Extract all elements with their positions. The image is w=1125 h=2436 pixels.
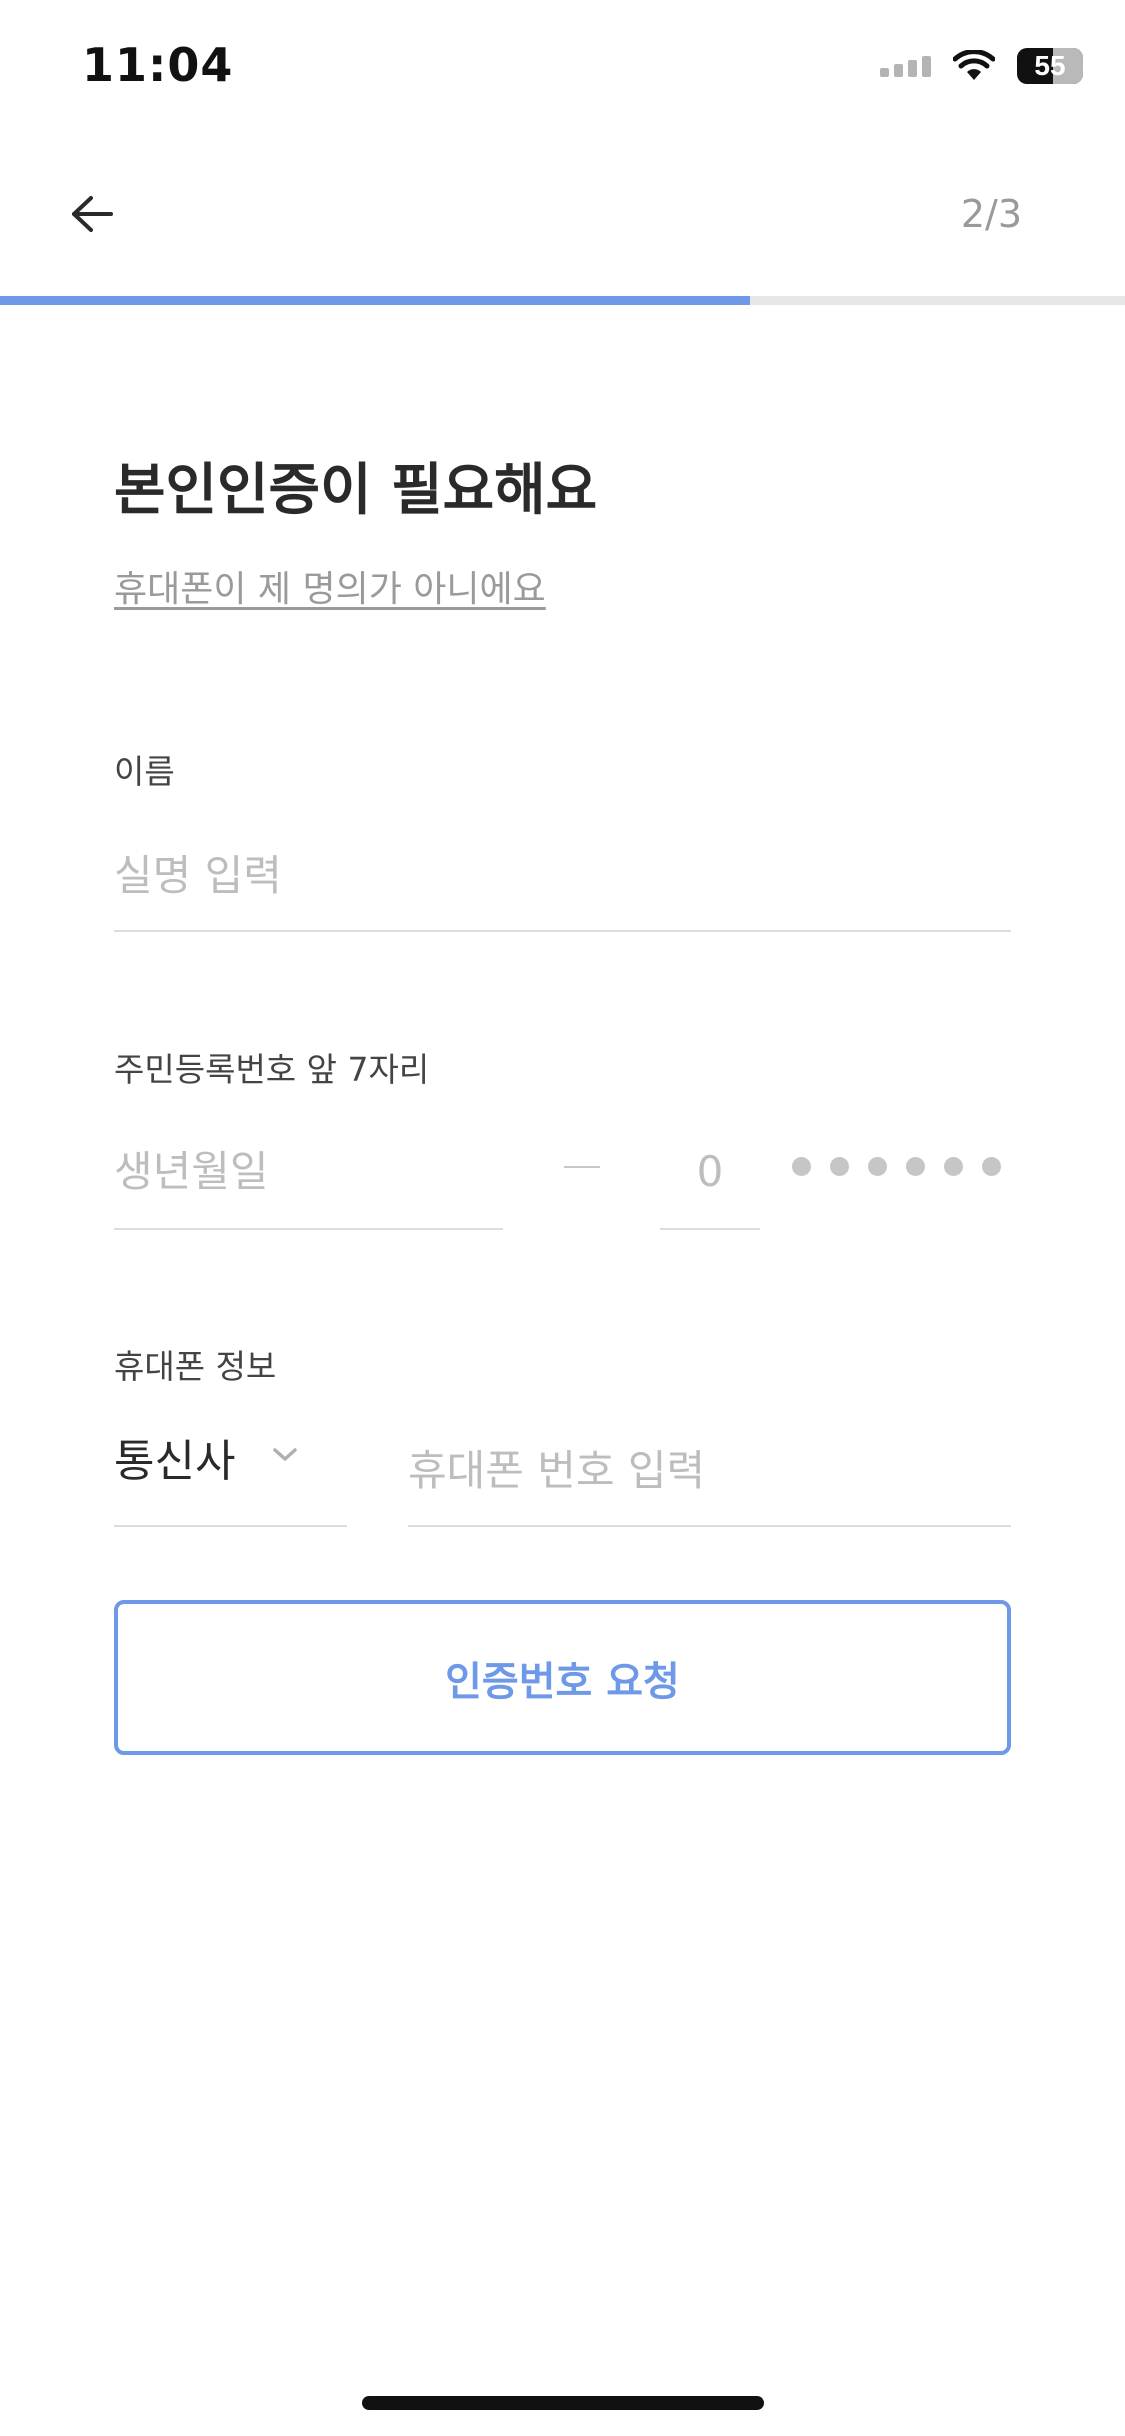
name-input[interactable] <box>114 820 1011 932</box>
rrn-label: 주민등록번호 앞 7자리 <box>114 1050 430 1089</box>
progress-bar <box>0 296 1125 305</box>
status-time: 11:04 <box>82 38 234 92</box>
masked-digit-dot <box>868 1157 887 1176</box>
rrn-gender-digit-input[interactable] <box>660 1115 760 1230</box>
status-icons: 55 <box>880 48 1083 84</box>
request-verification-code-button[interactable]: 인증번호 요청 <box>114 1600 1011 1755</box>
birthdate-input[interactable] <box>114 1115 503 1230</box>
step-indicator: 2/3 <box>960 192 1022 236</box>
phone-number-input[interactable] <box>408 1415 1011 1527</box>
name-label: 이름 <box>114 752 175 791</box>
battery-level: 55 <box>1034 50 1066 81</box>
phone-label: 휴대폰 정보 <box>114 1347 277 1386</box>
rrn-masked-digits <box>792 1157 1001 1176</box>
chevron-down-icon <box>273 1448 297 1461</box>
page-title: 본인인증이 필요해요 <box>114 458 598 523</box>
carrier-select[interactable]: 통신사 <box>114 1415 347 1527</box>
battery-icon: 55 <box>1017 48 1083 84</box>
signal-icon <box>880 55 931 77</box>
carrier-select-label: 통신사 <box>114 1436 236 1487</box>
masked-digit-dot <box>792 1157 811 1176</box>
progress-fill <box>0 296 751 305</box>
masked-digit-dot <box>830 1157 849 1176</box>
masked-digit-dot <box>944 1157 963 1176</box>
rrn-separator <box>564 1166 600 1168</box>
masked-digit-dot <box>982 1157 1001 1176</box>
masked-digit-dot <box>906 1157 925 1176</box>
arrow-left-icon <box>72 196 113 232</box>
home-indicator <box>362 2396 764 2410</box>
wifi-icon <box>953 50 995 82</box>
not-my-phone-link[interactable]: 휴대폰이 제 명의가 아니에요 <box>114 560 546 612</box>
back-button[interactable] <box>58 180 126 248</box>
